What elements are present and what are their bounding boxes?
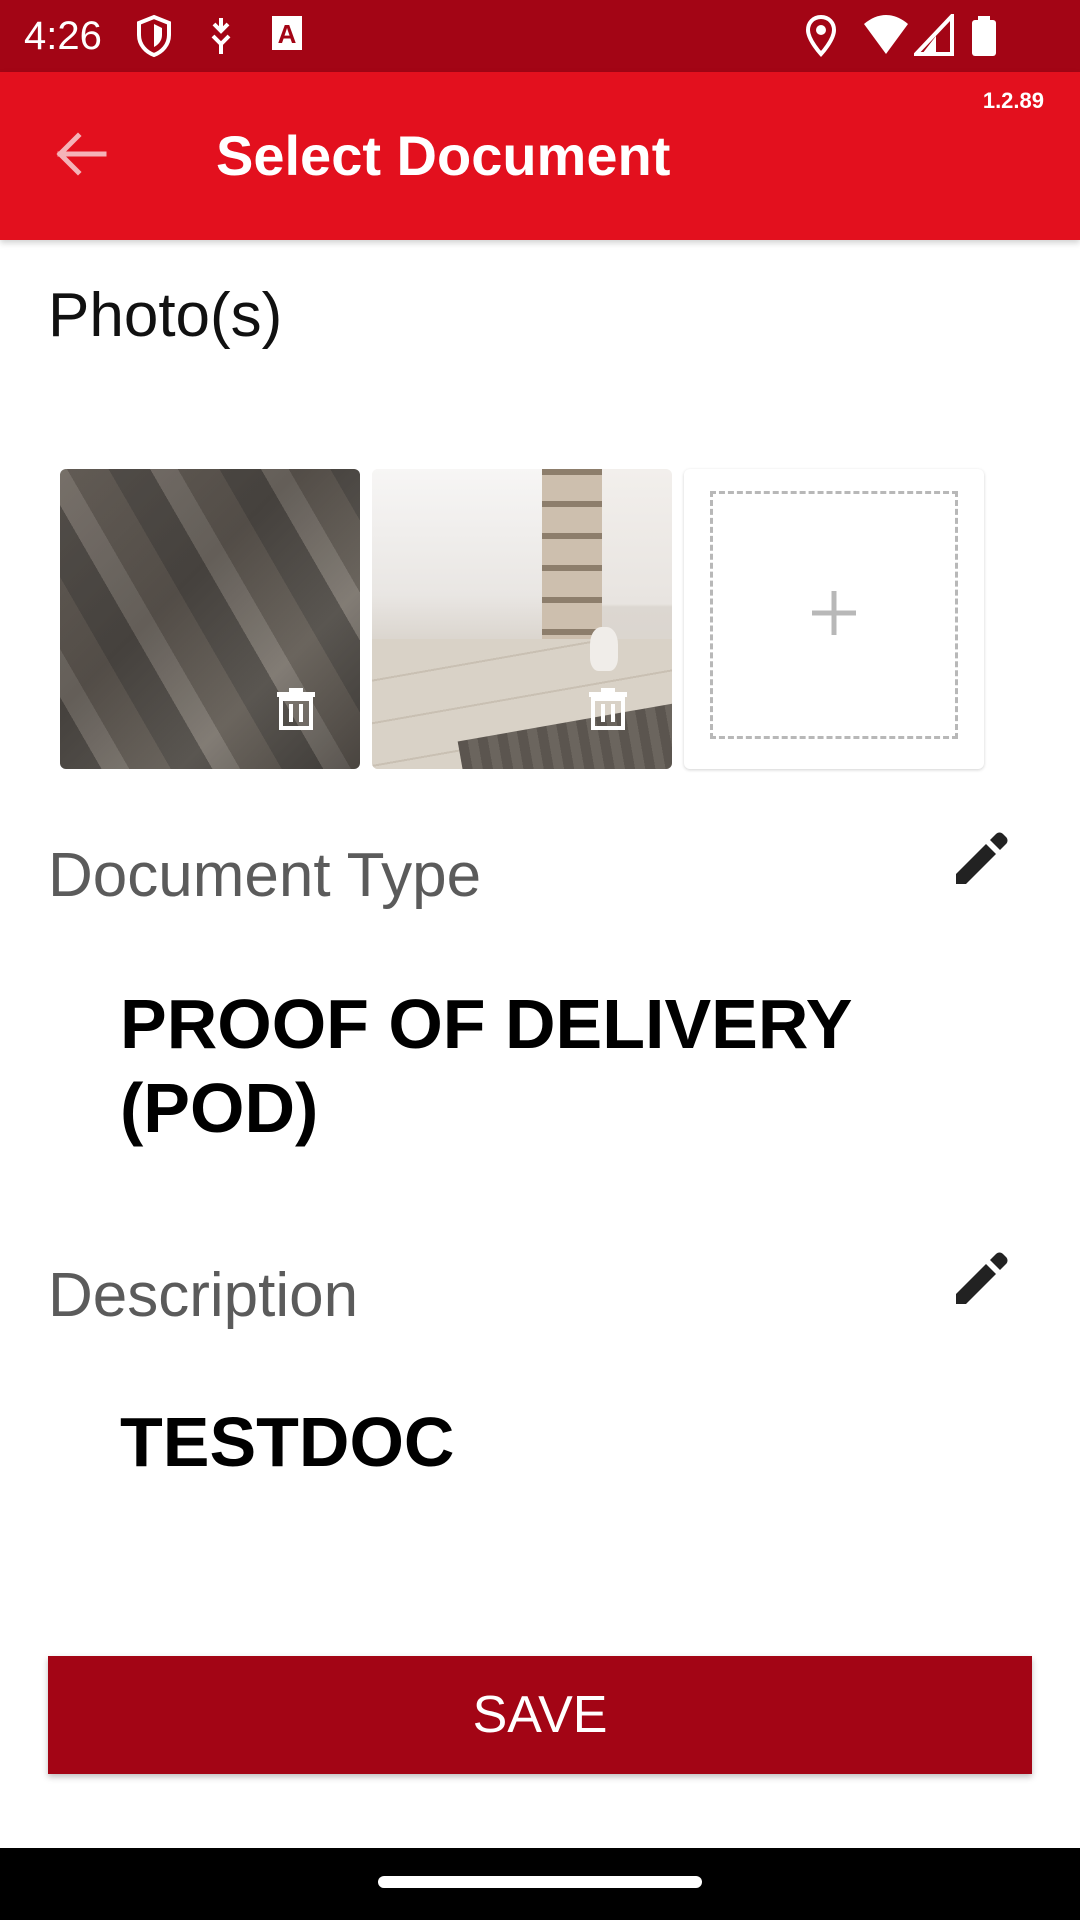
location-icon [804,14,838,63]
edit-document-type-button[interactable] [944,822,1020,898]
home-gesture-handle[interactable] [378,1876,702,1888]
document-type-label: Document Type [48,841,482,910]
signal-icon [911,10,954,63]
battery-icon [970,14,998,63]
photo-thumbnail-1[interactable] [60,469,360,769]
edit-description-button[interactable] [944,1242,1020,1318]
font-a-icon: A [270,14,304,59]
photo-cat [590,627,618,671]
trash-icon[interactable] [584,683,632,731]
add-photo-dashed-area [710,491,958,739]
app-bar: Select Document 1.2.89 [0,72,1080,240]
arrow-left-icon [52,130,108,183]
shield-icon [134,14,174,63]
download-arrows-icon [204,14,238,63]
document-type-value: PROOF OF DELIVERY (POD) [120,985,852,1147]
add-photo-button[interactable] [684,469,984,769]
description-value: TESTDOC [120,1403,455,1481]
save-button[interactable]: SAVE [48,1656,1032,1774]
wifi-icon [862,14,910,63]
page-title: Select Document [216,124,671,187]
status-bar: 4:26 A [0,0,1080,72]
status-time: 4:26 [24,14,102,58]
plus-icon [810,589,858,642]
photo-window [372,469,552,649]
system-nav-bar [0,1848,1080,1920]
photos-section-title: Photo(s) [48,281,283,350]
trash-icon[interactable] [272,683,320,731]
pencil-icon [952,828,1012,893]
svg-text:A: A [278,19,297,49]
description-label: Description [48,1261,359,1330]
pencil-icon [952,1248,1012,1313]
back-button[interactable] [40,116,120,196]
photo-thumbnail-2[interactable] [372,469,672,769]
app-version: 1.2.89 [982,88,1044,113]
